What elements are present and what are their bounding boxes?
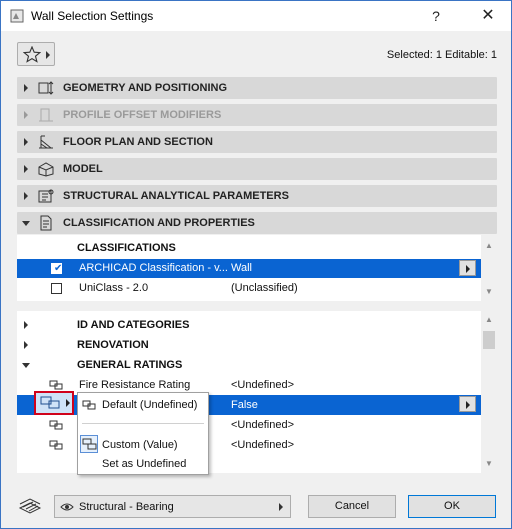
property-group-general-ratings[interactable]: GENERAL RATINGS	[17, 355, 481, 375]
classification-value: Wall	[231, 262, 252, 274]
chevron-right-icon	[46, 51, 50, 59]
panel-geometry-and-positioning[interactable]: GEOMETRY AND POSITIONING	[17, 77, 497, 99]
property-group-id-and-categories[interactable]: ID AND CATEGORIES	[17, 315, 481, 335]
classification-value: (Unclassified)	[231, 282, 298, 294]
window-title: Wall Selection Settings	[31, 9, 154, 23]
menu-separator	[82, 423, 204, 424]
geometry-icon	[38, 81, 54, 95]
link-icon	[40, 396, 60, 409]
expand-arrow-icon	[24, 321, 28, 329]
classifications-header: CLASSIFICATIONS	[77, 242, 176, 254]
floor-plan-icon	[39, 135, 53, 149]
property-value-picker-button[interactable]	[459, 396, 476, 412]
panel-model[interactable]: MODEL	[17, 158, 497, 180]
properties-scrollbar[interactable]: ▲ ▼	[481, 311, 497, 473]
scroll-down-icon[interactable]: ▼	[485, 459, 493, 468]
classification-row-uniclass[interactable]: UniClass - 2.0 (Unclassified)	[17, 279, 481, 298]
star-icon	[23, 46, 41, 63]
expand-arrow-icon	[24, 165, 28, 173]
panel-profile-offset-modifiers[interactable]: PROFILE OFFSET MODIFIERS	[17, 104, 497, 126]
chevron-right-icon	[66, 399, 70, 407]
model-icon	[38, 162, 54, 177]
expand-arrow-icon	[24, 341, 28, 349]
classification-checkbox[interactable]: ✔	[51, 263, 62, 274]
structural-icon	[38, 189, 54, 203]
scroll-up-icon[interactable]: ▲	[485, 315, 493, 324]
menu-item-set-undefined[interactable]: Set as Undefined	[78, 455, 208, 473]
layer-name: Structural - Bearing	[79, 501, 174, 513]
value-source-menu: Default (Undefined) Custom (Value) Set a…	[77, 392, 209, 475]
ok-button[interactable]: OK	[408, 495, 496, 518]
panel-structural-analytical-parameters[interactable]: STRUCTURAL ANALYTICAL PARAMETERS	[17, 185, 497, 207]
property-group-renovation[interactable]: RENOVATION	[17, 335, 481, 355]
layer-dropdown[interactable]: Structural - Bearing	[54, 495, 291, 518]
scrollbar-thumb[interactable]	[483, 331, 495, 349]
close-button[interactable]: ✕	[473, 5, 503, 27]
menu-item-custom[interactable]: Custom (Value)	[78, 436, 208, 454]
classification-system: ARCHICAD Classification - v...	[79, 262, 228, 274]
layer-icon	[18, 498, 42, 514]
expand-arrow-icon	[24, 138, 28, 146]
classifications-list: CLASSIFICATIONS ✔ ARCHICAD Classificatio…	[17, 235, 497, 301]
panel-classification-and-properties[interactable]: CLASSIFICATION AND PROPERTIES	[17, 212, 497, 234]
value-source-button[interactable]	[34, 391, 74, 415]
classification-picker-button[interactable]	[459, 260, 476, 276]
help-button[interactable]: ?	[425, 5, 447, 27]
link-icon	[49, 420, 63, 430]
app-icon	[10, 9, 24, 23]
chevron-right-icon	[279, 503, 283, 511]
classification-system: UniClass - 2.0	[79, 282, 149, 294]
menu-item-default[interactable]: Default (Undefined)	[78, 396, 208, 414]
profile-offset-icon	[39, 108, 53, 122]
classification-icon	[40, 215, 52, 231]
classification-row-archicad[interactable]: ✔ ARCHICAD Classification - v... Wall	[17, 259, 481, 278]
panel-floor-plan-and-section[interactable]: FLOOR PLAN AND SECTION	[17, 131, 497, 153]
collapse-arrow-icon	[22, 221, 30, 226]
classifications-scrollbar[interactable]: ▲ ▼	[481, 235, 497, 301]
classification-checkbox[interactable]	[51, 283, 62, 294]
expand-arrow-icon	[24, 84, 28, 92]
expand-arrow-icon	[24, 192, 28, 200]
title-bar: Wall Selection Settings ? ✕	[1, 1, 511, 31]
favorites-button[interactable]	[17, 42, 55, 66]
eye-icon	[60, 503, 74, 511]
cancel-button[interactable]: Cancel	[308, 495, 396, 518]
link-icon	[49, 380, 63, 390]
link-icon	[82, 400, 96, 410]
collapse-arrow-icon	[22, 363, 30, 368]
expand-arrow-icon	[24, 111, 28, 119]
scroll-up-icon[interactable]: ▲	[485, 241, 493, 250]
selection-count: Selected: 1 Editable: 1	[386, 49, 497, 61]
wall-selection-settings-dialog: Wall Selection Settings ? ✕ Selected: 1 …	[0, 0, 512, 529]
link-icon	[49, 440, 63, 450]
scroll-down-icon[interactable]: ▼	[485, 287, 493, 296]
